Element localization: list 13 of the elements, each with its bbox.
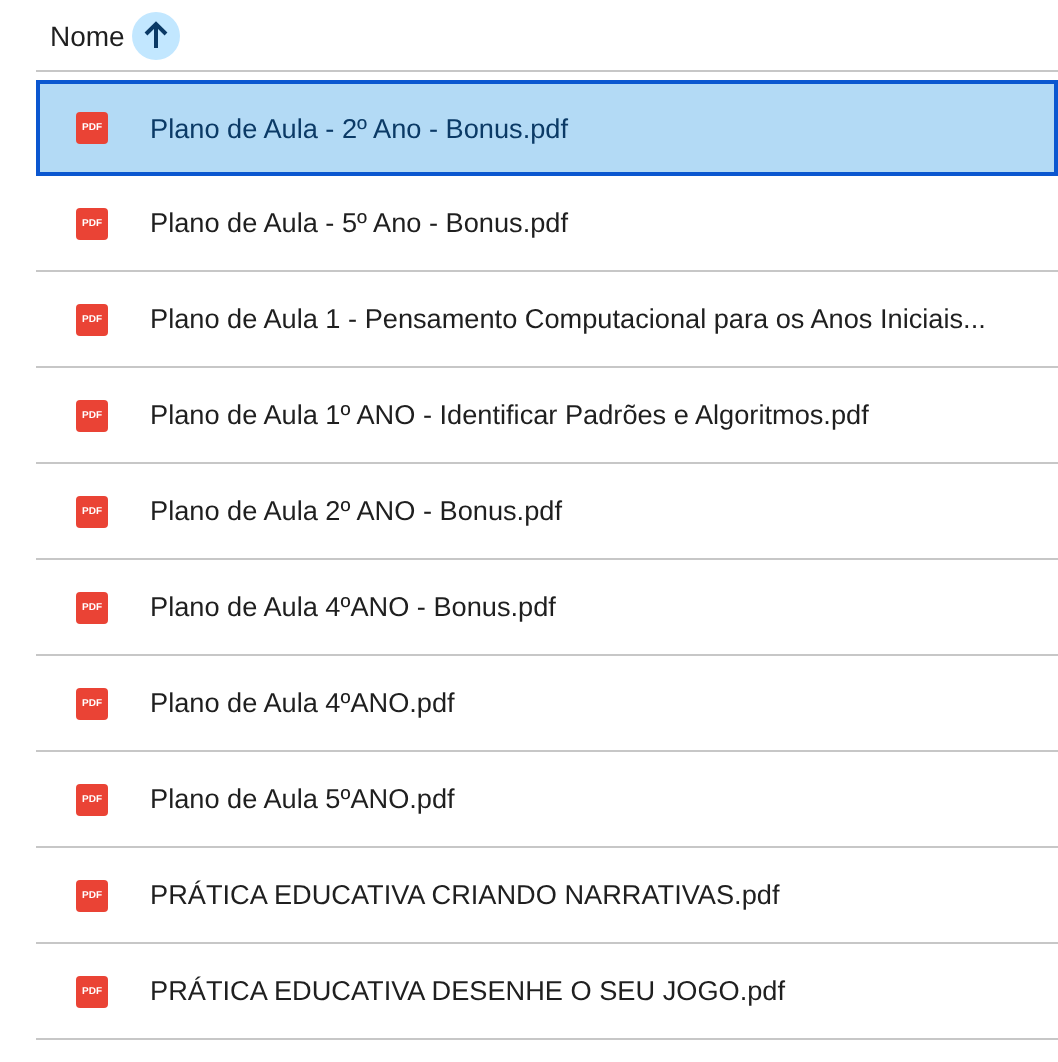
file-name: Plano de Aula - 5º Ano - Bonus.pdf: [150, 208, 569, 238]
file-name: Plano de Aula 1º ANO - Identificar Padrões e Algoritmos.pdf: [150, 400, 869, 430]
file-name: PRÁTICA EDUCATIVA CRIANDO NARRATIVAS.pdf: [150, 880, 780, 910]
arrow-up-icon: [140, 19, 173, 51]
file-name: Plano de Aula 5ºANO.pdf: [150, 784, 455, 814]
file-name: Plano de Aula 1 - Pensamento Computacional para os Anos Iniciais...: [150, 304, 986, 334]
file-name: Plano de Aula 4ºANO.pdf: [150, 688, 455, 718]
file-name: PRÁTICA EDUCATIVA DESENHE O SEU JOGO.pdf: [150, 976, 786, 1006]
file-name: Plano de Aula - 2º Ano - Bonus.pdf: [150, 113, 569, 143]
sort-button[interactable]: [132, 11, 181, 59]
column-header[interactable]: Nome: [50, 19, 125, 51]
file-name: Plano de Aula 2º ANO - Bonus.pdf: [150, 496, 562, 526]
file-name: Plano de Aula 4ºANO - Bonus.pdf: [150, 592, 556, 622]
